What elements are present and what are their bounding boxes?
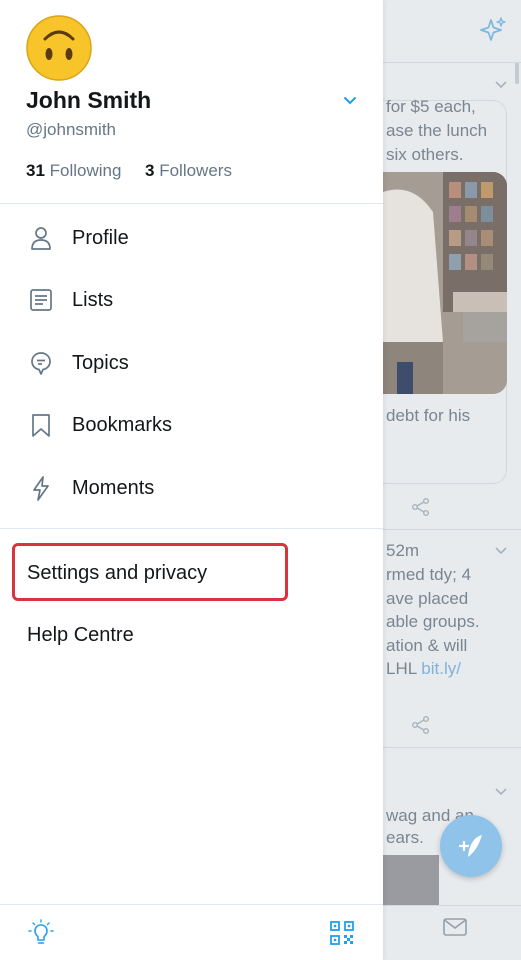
chevron-down-icon[interactable] — [494, 80, 508, 90]
menu-item-bookmarks[interactable]: Bookmarks — [0, 393, 383, 455]
sparkle-icon[interactable] — [478, 16, 508, 46]
share-icon[interactable] — [411, 715, 431, 735]
profile-handle: @johnsmith — [26, 120, 117, 139]
menu-item-label: Profile — [72, 227, 129, 249]
bookmark-icon — [32, 414, 50, 437]
header-divider — [383, 62, 521, 63]
tweet-media-image[interactable] — [383, 172, 507, 394]
tweet-timestamp: 52m — [386, 541, 420, 560]
menu-item-label: Moments — [72, 477, 155, 499]
tweet-media-image[interactable] — [383, 855, 439, 905]
tweet-link[interactable]: bit.ly/ — [421, 659, 461, 678]
menu-item-lists[interactable]: Lists — [0, 268, 383, 330]
followers-count: 3 — [145, 161, 155, 180]
compose-tweet-button[interactable] — [440, 815, 502, 877]
divider — [0, 203, 383, 204]
menu-item-topics[interactable]: Topics — [0, 331, 383, 393]
tweet-divider — [383, 747, 521, 748]
avatar[interactable] — [25, 14, 93, 82]
topic-bubble-icon — [31, 352, 51, 375]
help-centre-link[interactable]: Help Centre — [27, 623, 134, 647]
following-link[interactable]: 31 Following — [26, 160, 121, 182]
tweet-text-line: for $5 each, — [386, 97, 476, 116]
tweet-text-line: ears. — [386, 828, 424, 847]
drawer-footer — [0, 904, 383, 960]
tweet-text-line: rmed tdy; 4 — [386, 565, 472, 584]
tweet-text-line: ave placed — [386, 589, 469, 608]
feather-plus-icon — [458, 835, 482, 857]
menu-item-moments[interactable]: Moments — [0, 456, 383, 518]
chevron-down-icon[interactable] — [494, 546, 508, 556]
tweet-text-line: able groups. — [386, 612, 480, 631]
menu-item-label: Bookmarks — [72, 414, 173, 436]
followers-label: Followers — [159, 161, 232, 180]
mail-icon[interactable] — [443, 918, 467, 936]
tweet-text-line: LHL bit.ly/ — [386, 659, 461, 678]
following-count: 31 — [26, 161, 45, 180]
share-icon[interactable] — [411, 497, 431, 517]
menu-item-label: Topics — [72, 352, 129, 374]
divider — [0, 528, 383, 529]
tweet-text-line: six others. — [386, 145, 464, 164]
navigation-drawer: John Smith @johnsmith 31 Following 3 Fol… — [0, 0, 383, 960]
person-icon — [31, 227, 51, 250]
chevron-down-icon[interactable] — [494, 787, 508, 797]
tweet-text-line: ation & will — [386, 636, 468, 655]
tweet-text-line: debt for his — [386, 406, 471, 425]
qr-code-icon[interactable] — [330, 921, 354, 945]
lightbulb-icon[interactable] — [28, 919, 54, 947]
scrollbar-thumb[interactable] — [515, 62, 519, 84]
tweet-text-line: ase the lunch — [386, 121, 488, 140]
followers-link[interactable]: 3 Followers — [145, 160, 232, 182]
profile-name[interactable]: John Smith — [26, 86, 151, 114]
chevron-down-icon[interactable] — [342, 95, 358, 107]
settings-and-privacy-link[interactable]: Settings and privacy — [27, 561, 207, 585]
menu-item-profile[interactable]: Profile — [0, 206, 383, 268]
lightning-icon — [33, 476, 49, 501]
list-icon — [30, 289, 52, 311]
tweet-divider — [383, 529, 521, 530]
following-label: Following — [49, 161, 122, 180]
menu-item-label: Lists — [72, 289, 114, 311]
